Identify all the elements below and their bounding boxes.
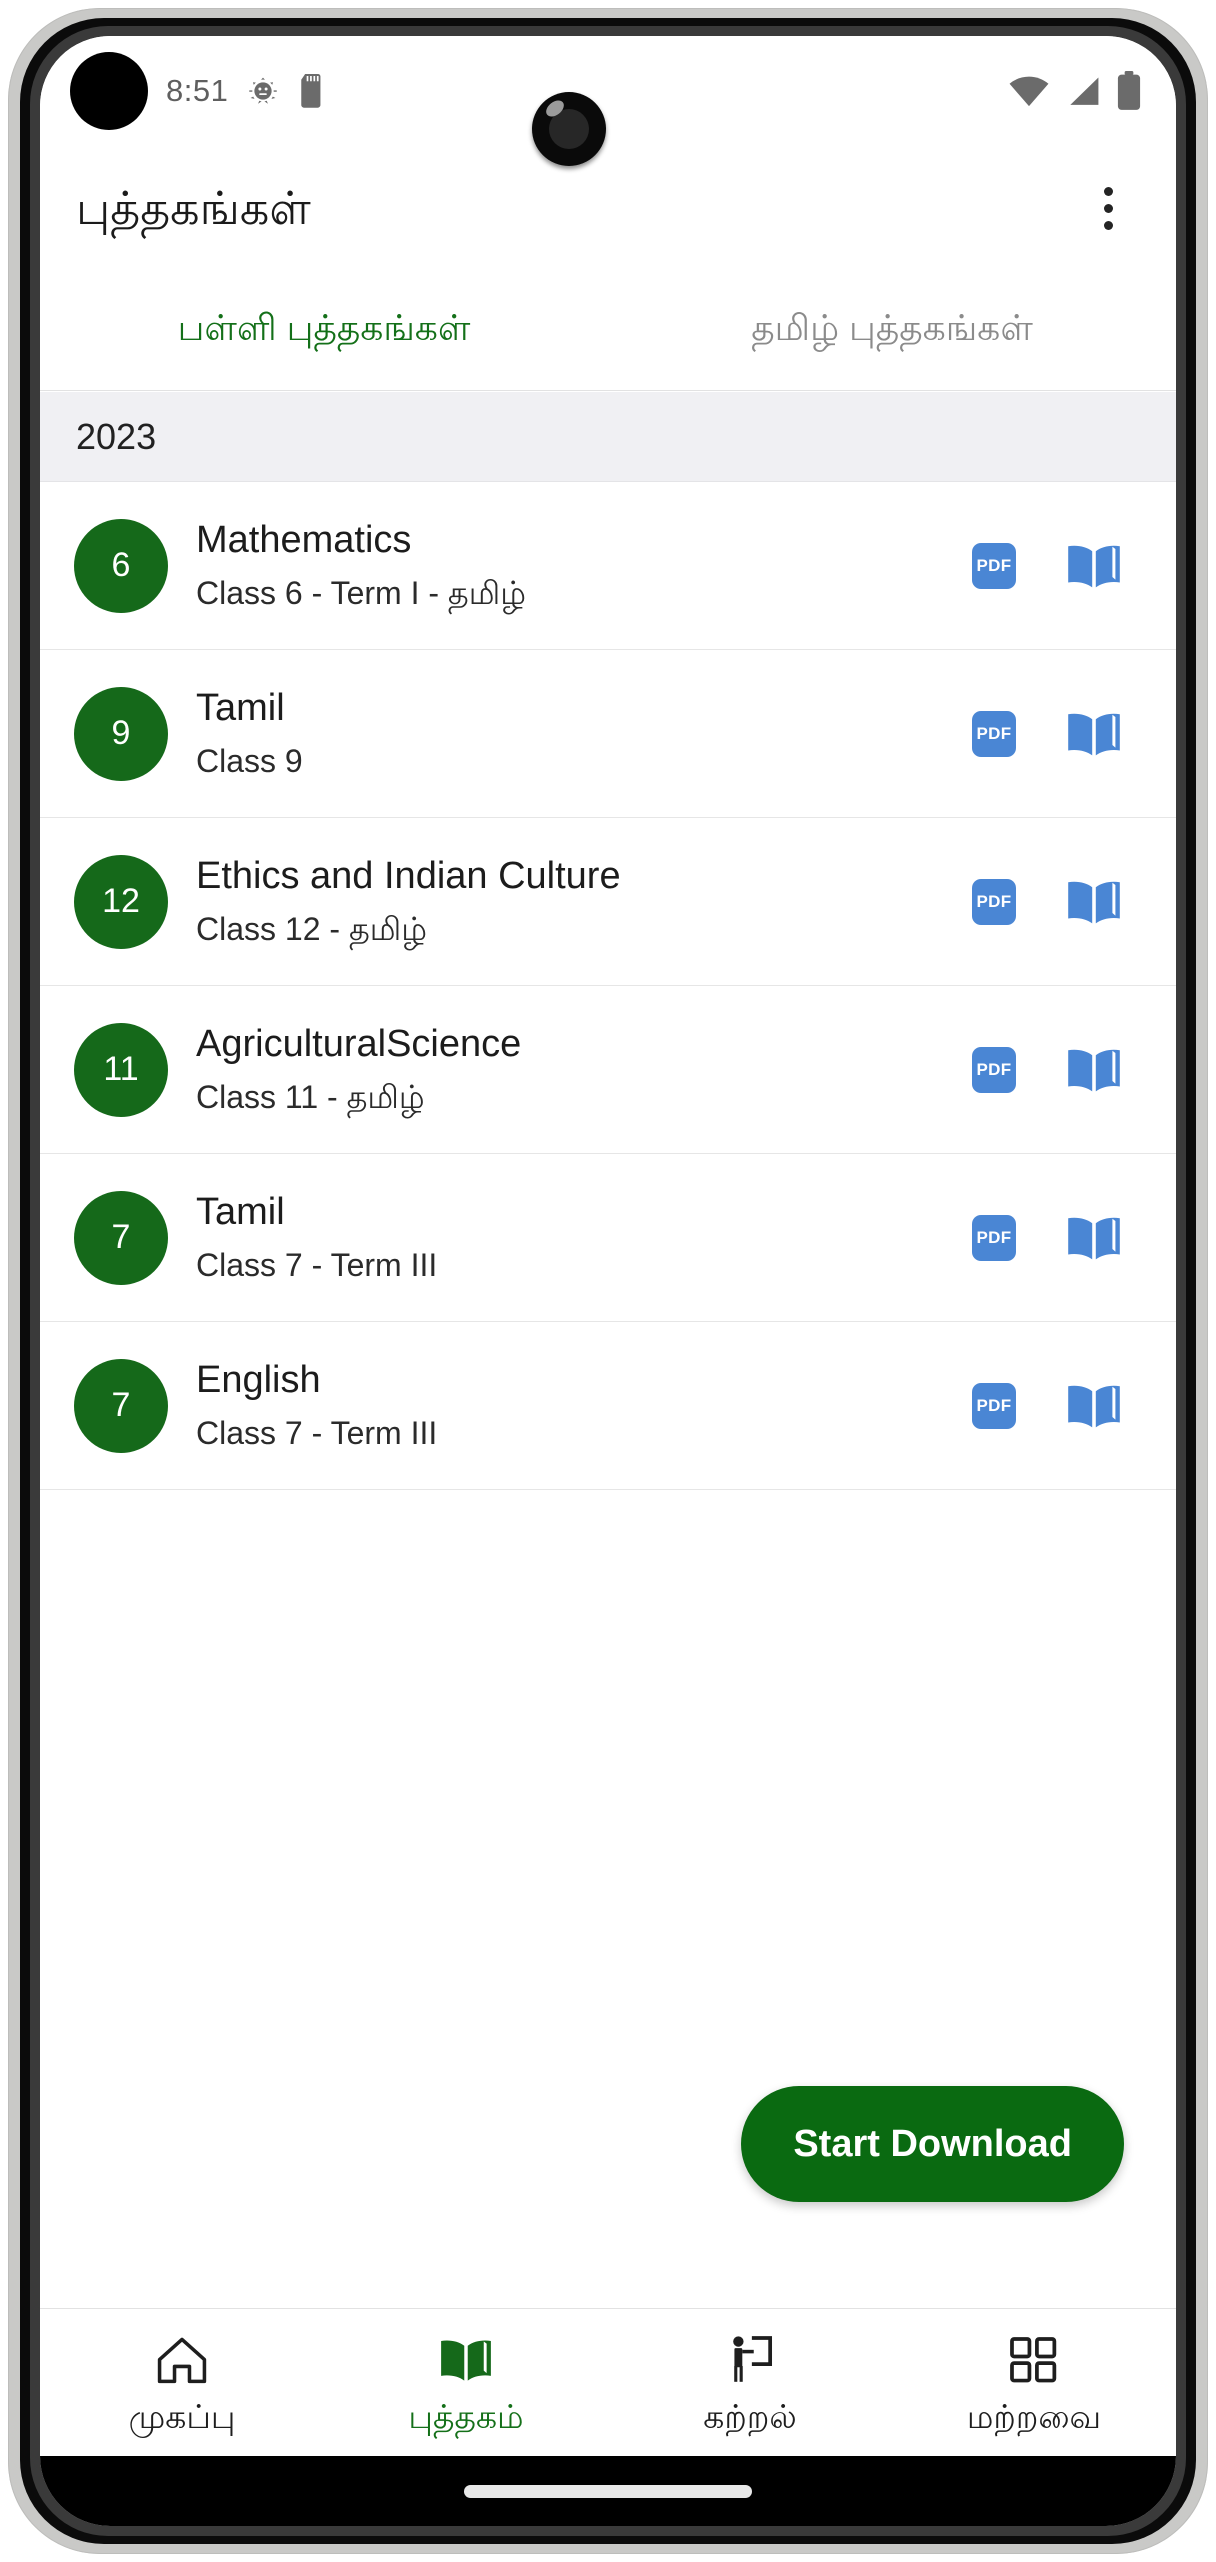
pdf-icon[interactable]: PDF	[972, 1214, 1016, 1261]
book-text-block: AgriculturalScience Class 11 - தமிழ்	[196, 1022, 972, 1115]
book-title: English	[196, 1358, 321, 1401]
screenshot-root: 8:51 புத்தகங்கள் பள்ளி புத்தகங்கள் தமிழ்…	[0, 0, 1216, 2562]
book-text-block: Ethics and Indian Culture Class 12 - தமி…	[196, 854, 972, 947]
nav-item-home[interactable]: முகப்பு	[40, 2309, 324, 2456]
tab-tamil-books[interactable]: தமிழ் புத்தகங்கள்	[608, 271, 1176, 390]
book-icon	[439, 2332, 493, 2388]
book-title: Mathematics	[196, 518, 412, 561]
front-camera-cutout	[532, 92, 606, 166]
status-bar-left: 8:51	[70, 52, 324, 130]
status-bar: 8:51	[40, 36, 1176, 146]
nav-item-others-label: மற்றவை	[966, 2398, 1102, 2435]
table-row[interactable]: 11 AgriculturalScience Class 11 - தமிழ் …	[40, 986, 1176, 1154]
home-icon	[155, 2332, 209, 2388]
book-subtitle: Class 7 - Term III	[196, 1414, 438, 1451]
book-text-block: Tamil Class 9	[196, 686, 972, 779]
nav-item-learning-label: கற்றல்	[703, 2398, 797, 2435]
book-title: Tamil	[196, 1190, 285, 1233]
class-badge: 7	[74, 1358, 168, 1453]
class-badge: 7	[74, 1190, 168, 1285]
table-row[interactable]: 6 Mathematics Class 6 - Term I - தமிழ் P…	[40, 482, 1176, 650]
table-row[interactable]: 9 Tamil Class 9 PDF	[40, 650, 1176, 818]
tab-school-books[interactable]: பள்ளி புத்தகங்கள்	[40, 271, 608, 390]
table-row[interactable]: 7 English Class 7 - Term III PDF	[40, 1322, 1176, 1490]
row-actions: PDF	[972, 877, 1122, 927]
table-row[interactable]: 12 Ethics and Indian Culture Class 12 - …	[40, 818, 1176, 986]
battery-icon	[1117, 71, 1141, 110]
cellular-signal-icon	[1070, 77, 1099, 105]
book-subtitle: Class 9	[196, 742, 303, 779]
row-actions: PDF	[972, 1381, 1122, 1431]
nav-item-books-label: புத்தகம்	[408, 2398, 524, 2435]
pdf-icon[interactable]: PDF	[972, 1046, 1016, 1093]
row-actions: PDF	[972, 1213, 1122, 1263]
book-subtitle: Class 6 - Term I - தமிழ்	[196, 574, 526, 611]
wifi-icon	[1009, 76, 1049, 107]
nav-item-books[interactable]: புத்தகம்	[324, 2309, 608, 2456]
book-text-block: Tamil Class 7 - Term III	[196, 1190, 972, 1283]
pdf-icon[interactable]: PDF	[972, 710, 1016, 757]
phone-screen: 8:51 புத்தகங்கள் பள்ளி புத்தகங்கள் தமிழ்…	[40, 36, 1176, 2526]
row-actions: PDF	[972, 709, 1122, 759]
app-bar: புத்தகங்கள்	[40, 146, 1176, 271]
android-gear-icon	[249, 77, 278, 104]
tab-tamil-books-label: தமிழ் புத்தகங்கள்	[751, 307, 1033, 348]
row-actions: PDF	[972, 541, 1122, 591]
class-badge: 9	[74, 686, 168, 781]
row-actions: PDF	[972, 1045, 1122, 1095]
book-subtitle: Class 12 - தமிழ்	[196, 910, 428, 947]
book-subtitle: Class 11 - தமிழ்	[196, 1078, 425, 1115]
tab-school-books-label: பள்ளி புத்தகங்கள்	[177, 307, 471, 348]
class-badge: 11	[74, 1022, 168, 1117]
start-download-button[interactable]: Start Download	[741, 2086, 1124, 2202]
bottom-navigation-bar: முகப்பு புத்தகம் கற்றல் மற்றவை	[40, 2308, 1176, 2456]
book-text-block: English Class 7 - Term III	[196, 1358, 972, 1451]
status-bar-right	[1006, 71, 1142, 111]
table-row[interactable]: 7 Tamil Class 7 - Term III PDF	[40, 1154, 1176, 1322]
overflow-dot-2	[1103, 204, 1113, 213]
sd-card-icon	[301, 74, 321, 108]
nav-item-learning[interactable]: கற்றல்	[608, 2309, 892, 2456]
gesture-home-pill[interactable]	[464, 2484, 752, 2498]
teaching-icon	[723, 2332, 777, 2388]
book-subtitle: Class 7 - Term III	[196, 1246, 438, 1283]
overflow-dot-1	[1103, 187, 1113, 196]
book-list: 6 Mathematics Class 6 - Term I - தமிழ் P…	[40, 482, 1176, 1490]
open-book-icon[interactable]	[1066, 1381, 1122, 1431]
overflow-dot-3	[1103, 221, 1113, 230]
camera-punch-hole-left	[70, 52, 148, 130]
pdf-icon[interactable]: PDF	[972, 1382, 1016, 1429]
book-title: Ethics and Indian Culture	[196, 854, 621, 897]
book-title: Tamil	[196, 686, 285, 729]
nav-item-others[interactable]: மற்றவை	[892, 2309, 1176, 2456]
pdf-icon[interactable]: PDF	[972, 542, 1016, 589]
grid-icon	[1007, 2332, 1061, 2388]
class-badge: 6	[74, 518, 168, 613]
open-book-icon[interactable]	[1066, 709, 1122, 759]
nav-item-home-label: முகப்பு	[128, 2398, 236, 2435]
status-time: 8:51	[166, 73, 229, 108]
book-text-block: Mathematics Class 6 - Term I - தமிழ்	[196, 518, 972, 611]
overflow-menu-icon[interactable]	[1076, 177, 1140, 241]
section-header-year-label: 2023	[76, 415, 157, 457]
open-book-icon[interactable]	[1066, 1045, 1122, 1095]
open-book-icon[interactable]	[1066, 877, 1122, 927]
book-title: AgriculturalScience	[196, 1022, 522, 1065]
class-badge: 12	[74, 854, 168, 949]
gesture-navigation-area	[40, 2456, 1176, 2526]
open-book-icon[interactable]	[1066, 541, 1122, 591]
section-header-year: 2023	[40, 392, 1176, 482]
tab-bar: பள்ளி புத்தகங்கள் தமிழ் புத்தகங்கள்	[40, 271, 1176, 391]
page-title: புத்தகங்கள்	[76, 181, 311, 234]
open-book-icon[interactable]	[1066, 1213, 1122, 1263]
pdf-icon[interactable]: PDF	[972, 878, 1016, 925]
